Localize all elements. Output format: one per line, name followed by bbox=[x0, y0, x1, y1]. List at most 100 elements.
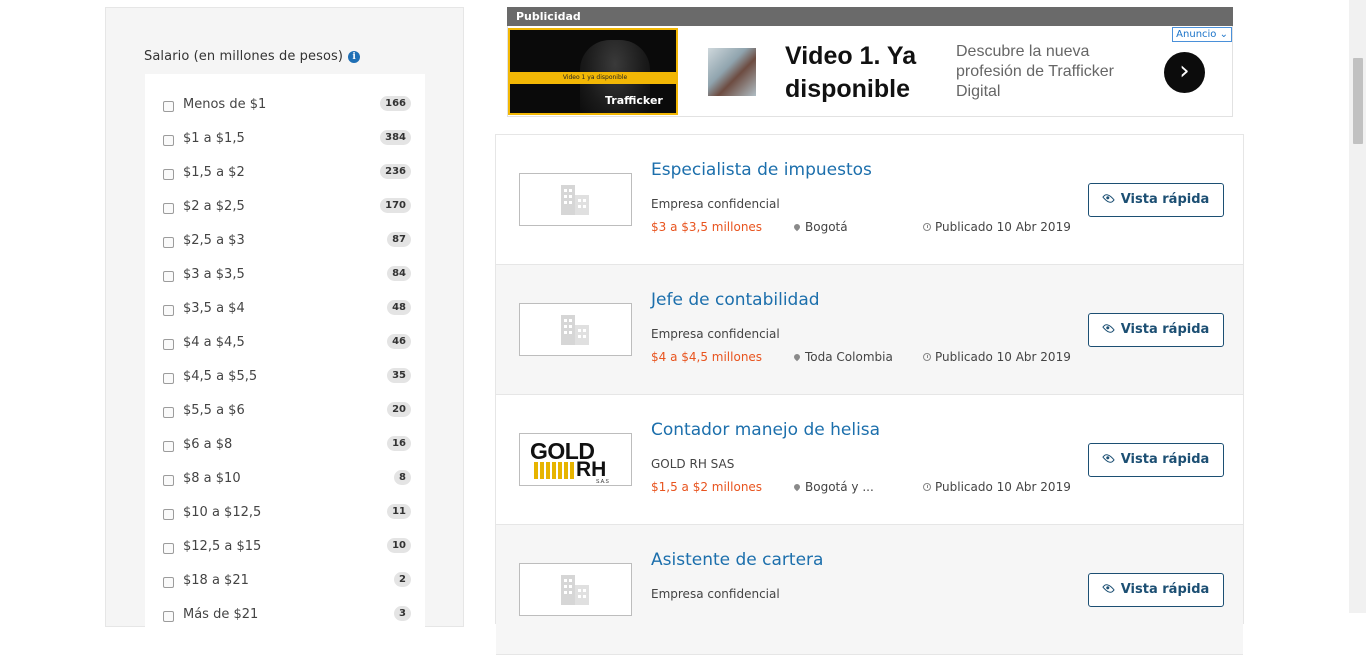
page-scrollbar[interactable] bbox=[1349, 0, 1366, 613]
salary-option[interactable]: Menos de $1 166 bbox=[163, 96, 411, 116]
salary-option[interactable]: $3 a $3,5 84 bbox=[163, 266, 411, 286]
salary-option[interactable]: $10 a $12,5 11 bbox=[163, 504, 411, 524]
salary-option-label: $8 a $10 bbox=[183, 471, 241, 486]
publish-date: Publicado 10 Abr 2019 bbox=[923, 350, 1071, 364]
job-card: Especialista de impuestos Empresa confid… bbox=[496, 135, 1243, 265]
company-logo[interactable] bbox=[519, 173, 632, 226]
checkbox[interactable] bbox=[163, 271, 174, 282]
chevron-down-icon: ⌄ bbox=[1219, 29, 1228, 40]
ad-video-thumbnail[interactable]: Video 1 ya disponible Trafficker bbox=[508, 28, 678, 115]
quick-view-button[interactable]: Vista rápida bbox=[1088, 443, 1224, 477]
checkbox[interactable] bbox=[163, 441, 174, 452]
count-badge: 84 bbox=[387, 266, 411, 281]
publish-date-text: Publicado 10 Abr 2019 bbox=[935, 480, 1071, 494]
count-badge: 166 bbox=[380, 96, 411, 111]
count-badge: 236 bbox=[380, 164, 411, 179]
job-title-link[interactable]: Jefe de contabilidad bbox=[651, 290, 820, 310]
salary-option[interactable]: $3,5 a $4 48 bbox=[163, 300, 411, 320]
salary-text: $3 a $3,5 millones bbox=[651, 220, 763, 234]
filter-sidebar: Salario (en millones de pesos) i Menos de… bbox=[105, 7, 464, 634]
checkbox[interactable] bbox=[163, 475, 174, 486]
salary-option-label: $2,5 a $3 bbox=[183, 233, 245, 248]
job-title-link[interactable]: Asistente de cartera bbox=[651, 550, 823, 570]
location-text: Bogotá bbox=[805, 220, 848, 234]
salary-option[interactable]: $8 a $10 8 bbox=[163, 470, 411, 490]
building-icon bbox=[561, 185, 589, 215]
count-badge: 2 bbox=[394, 572, 411, 587]
count-badge: 16 bbox=[387, 436, 411, 451]
job-list: Especialista de impuestos Empresa confid… bbox=[495, 134, 1244, 655]
ad-headline[interactable]: Video 1. Ya disponible bbox=[785, 40, 945, 106]
checkbox[interactable] bbox=[163, 203, 174, 214]
checkbox[interactable] bbox=[163, 237, 174, 248]
salary-option-label: $1 a $1,5 bbox=[183, 131, 245, 146]
location: Bogotá bbox=[792, 220, 848, 234]
salary-filter-options: Menos de $1 166 $1 a $1,5 384 $1,5 a $2 236… bbox=[145, 74, 425, 634]
eye-icon bbox=[1101, 452, 1115, 465]
map-pin-icon bbox=[792, 352, 802, 362]
count-badge: 20 bbox=[387, 402, 411, 417]
location: Toda Colombia bbox=[792, 350, 893, 364]
count-badge: 170 bbox=[380, 198, 411, 213]
location-text: Toda Colombia bbox=[805, 350, 893, 364]
company-logo[interactable]: GOLD RH S.A.S bbox=[519, 433, 632, 486]
salary-option-label: $2 a $2,5 bbox=[183, 199, 245, 214]
quick-view-button[interactable]: Vista rápida bbox=[1088, 573, 1224, 607]
scrollbar-thumb[interactable] bbox=[1353, 58, 1363, 144]
salary-option[interactable]: $5,5 a $6 20 bbox=[163, 402, 411, 422]
salary-option-label: Menos de $1 bbox=[183, 97, 267, 112]
ad-banner[interactable]: Video 1 ya disponible Trafficker Video 1… bbox=[507, 26, 1233, 117]
logo-bars bbox=[534, 462, 574, 479]
eye-icon bbox=[1101, 192, 1115, 205]
salary-option[interactable]: $4,5 a $5,5 35 bbox=[163, 368, 411, 388]
location: Bogotá y ... bbox=[792, 480, 874, 494]
checkbox[interactable] bbox=[163, 373, 174, 384]
count-badge: 11 bbox=[387, 504, 411, 519]
quick-view-label: Vista rápida bbox=[1120, 192, 1210, 207]
ad-badge[interactable]: Anuncio ⌄ bbox=[1172, 27, 1232, 42]
job-title-link[interactable]: Contador manejo de helisa bbox=[651, 420, 880, 440]
salary-option-label: Más de $21 bbox=[183, 607, 259, 622]
checkbox[interactable] bbox=[163, 543, 174, 554]
clock-icon bbox=[923, 223, 931, 231]
quick-view-label: Vista rápida bbox=[1120, 322, 1210, 337]
building-icon bbox=[561, 575, 589, 605]
company-logo[interactable] bbox=[519, 563, 632, 616]
salary-option-label: $4 a $4,5 bbox=[183, 335, 245, 350]
salary-option[interactable]: $12,5 a $15 10 bbox=[163, 538, 411, 558]
job-title-link[interactable]: Especialista de impuestos bbox=[651, 160, 872, 180]
company-logo[interactable] bbox=[519, 303, 632, 356]
publish-date-text: Publicado 10 Abr 2019 bbox=[935, 350, 1071, 364]
job-card: Asistente de cartera Empresa confidencia… bbox=[496, 525, 1243, 655]
checkbox[interactable] bbox=[163, 339, 174, 350]
building-icon bbox=[561, 315, 589, 345]
ad-video-brand: Trafficker bbox=[605, 94, 663, 107]
checkbox[interactable] bbox=[163, 509, 174, 520]
chevron-right-icon[interactable]: › bbox=[1164, 52, 1205, 93]
quick-view-button[interactable]: Vista rápida bbox=[1088, 183, 1224, 217]
salary-option[interactable]: $4 a $4,5 46 bbox=[163, 334, 411, 354]
salary-option[interactable]: $1,5 a $2 236 bbox=[163, 164, 411, 184]
count-badge: 8 bbox=[394, 470, 411, 485]
salary-option[interactable]: $6 a $8 16 bbox=[163, 436, 411, 456]
salary-option-label: $4,5 a $5,5 bbox=[183, 369, 258, 384]
checkbox[interactable] bbox=[163, 135, 174, 146]
checkbox[interactable] bbox=[163, 407, 174, 418]
quick-view-button[interactable]: Vista rápida bbox=[1088, 313, 1224, 347]
ad-badge-label: Anuncio bbox=[1176, 29, 1217, 40]
checkbox[interactable] bbox=[163, 169, 174, 180]
job-card: GOLD RH S.A.S Contador manejo de helisa … bbox=[496, 395, 1243, 525]
logo-text-small: S.A.S bbox=[596, 479, 609, 485]
salary-option[interactable]: Más de $21 3 bbox=[163, 606, 411, 626]
checkbox[interactable] bbox=[163, 101, 174, 112]
salary-option-label: $3 a $3,5 bbox=[183, 267, 245, 282]
info-icon[interactable]: i bbox=[348, 51, 361, 63]
salary-option[interactable]: $18 a $21 2 bbox=[163, 572, 411, 592]
salary-option[interactable]: $2,5 a $3 87 bbox=[163, 232, 411, 252]
checkbox[interactable] bbox=[163, 305, 174, 316]
salary-option[interactable]: $1 a $1,5 384 bbox=[163, 130, 411, 150]
quick-view-label: Vista rápida bbox=[1120, 582, 1210, 597]
salary-option-label: $18 a $21 bbox=[183, 573, 249, 588]
salary-option[interactable]: $2 a $2,5 170 bbox=[163, 198, 411, 218]
checkbox[interactable] bbox=[163, 577, 174, 588]
